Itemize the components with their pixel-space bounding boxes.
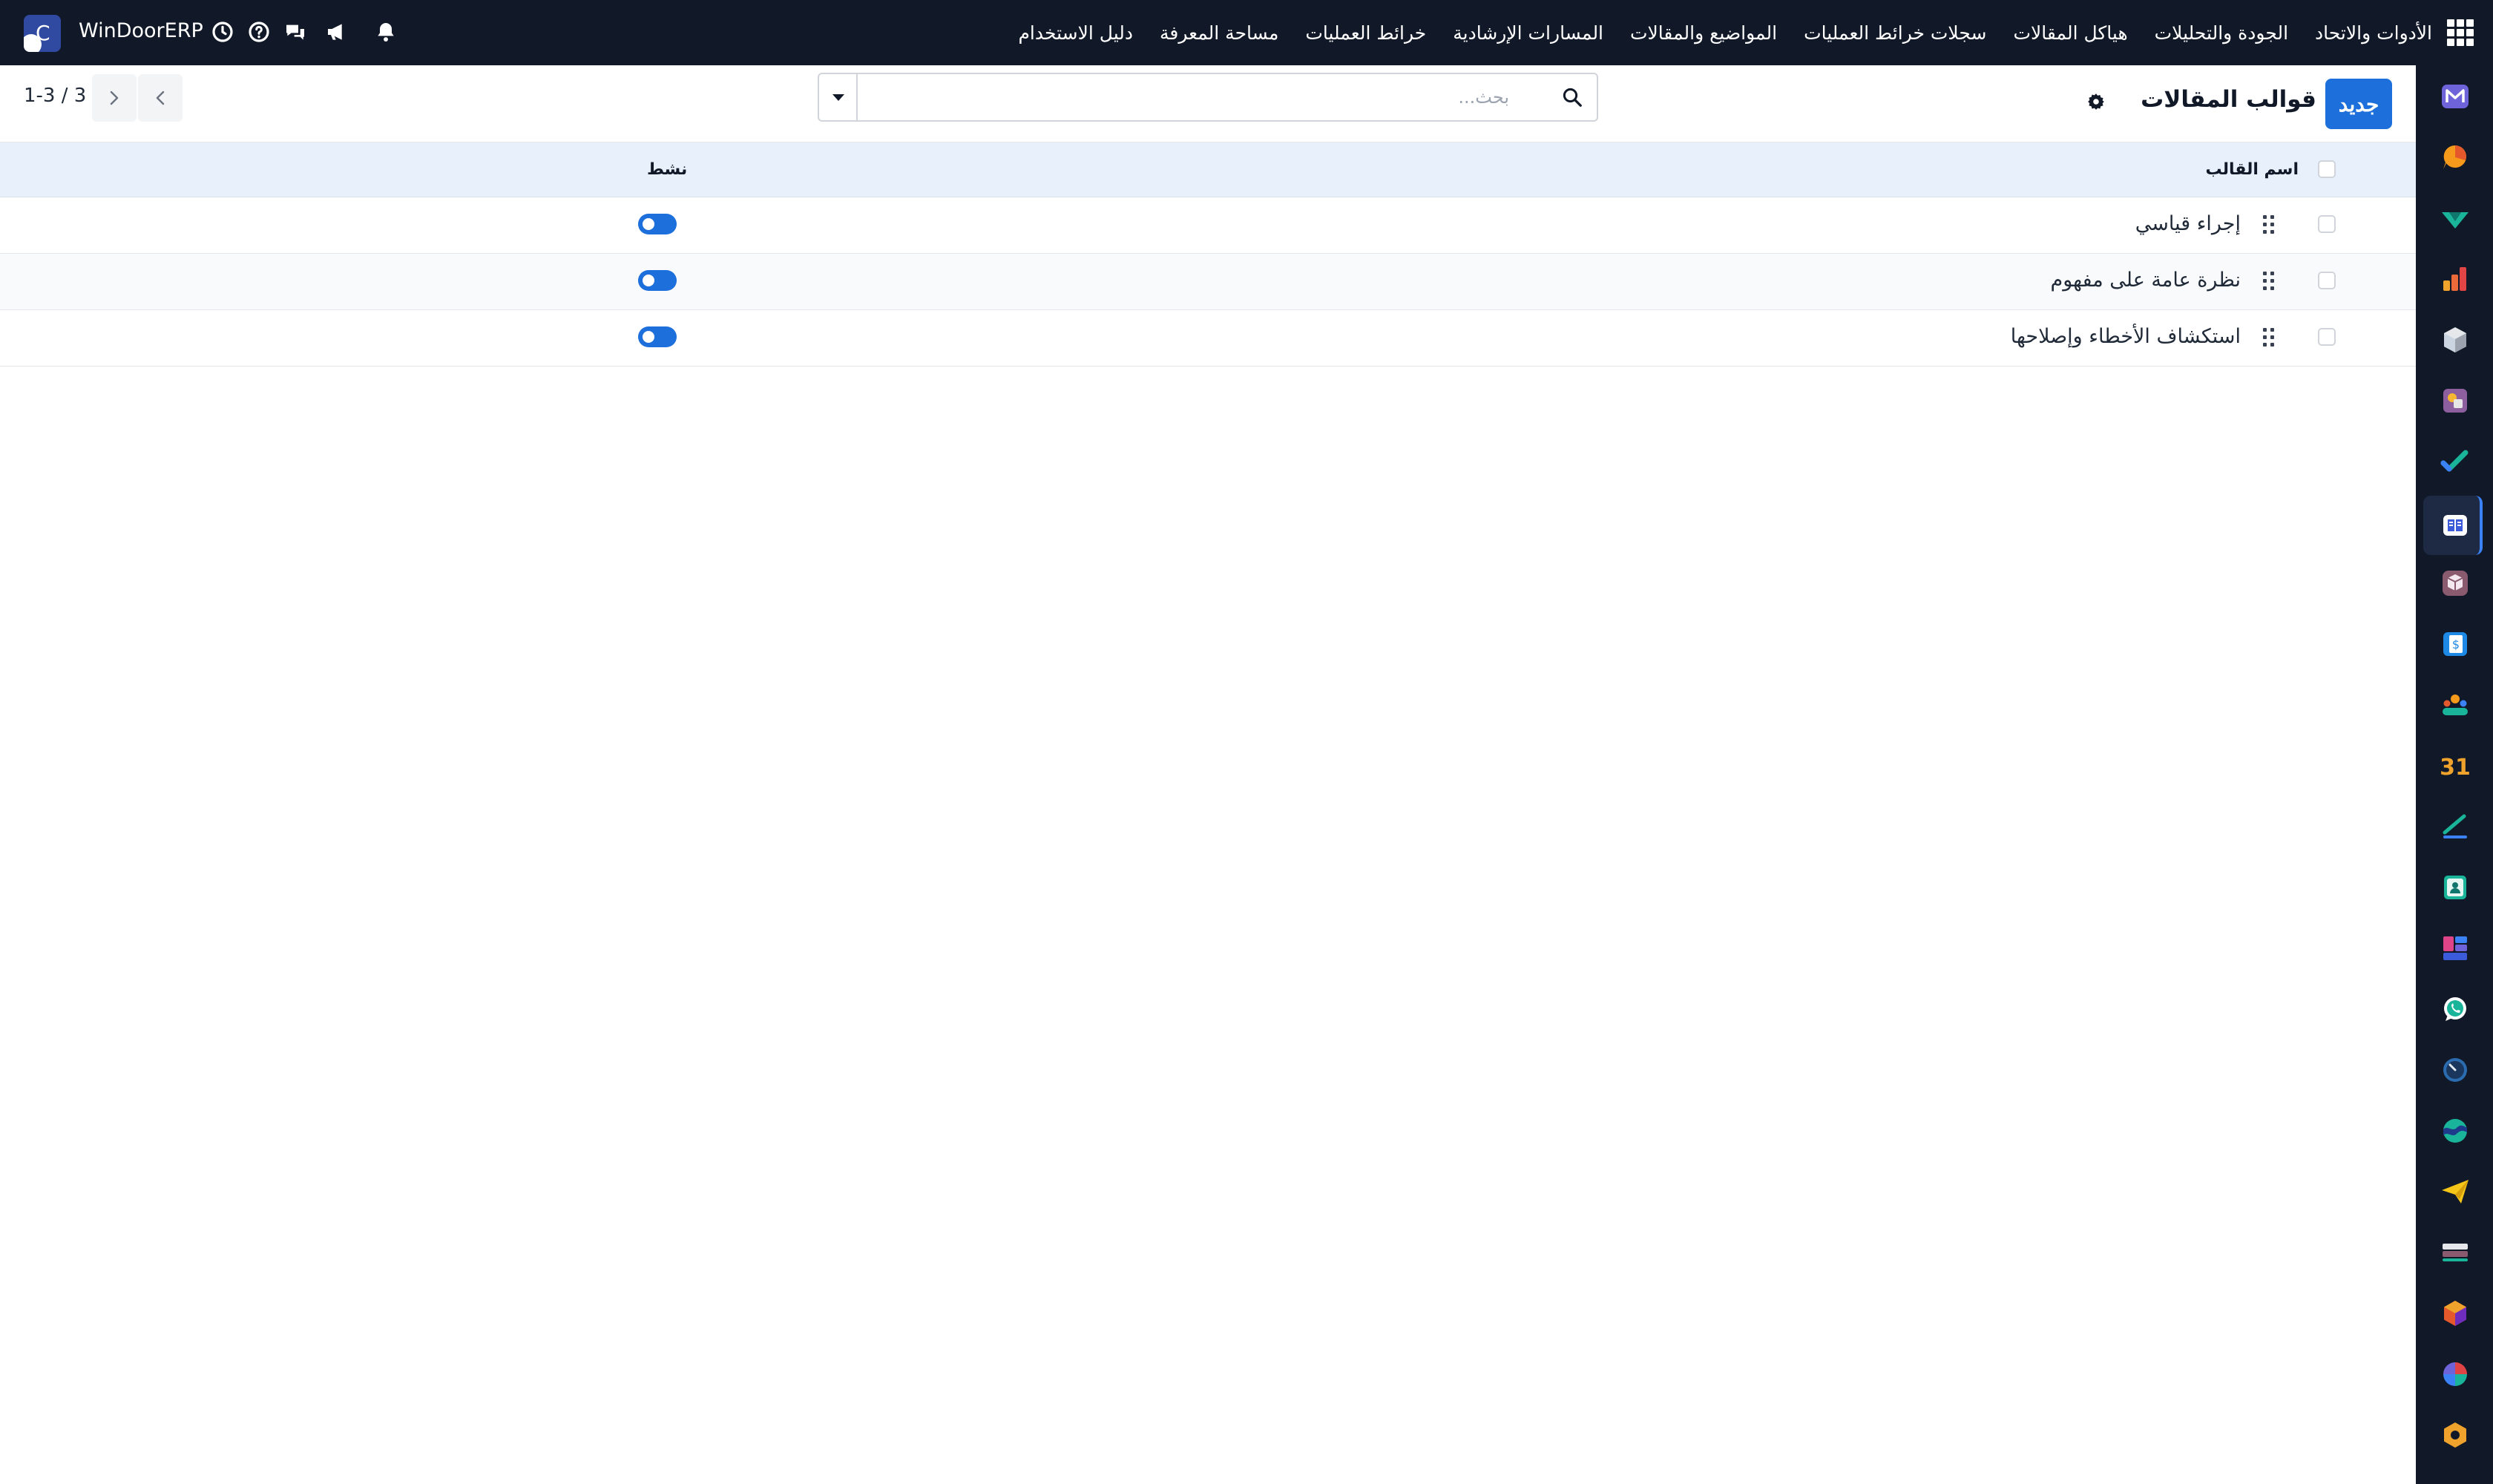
invoice-app-icon[interactable]: $ xyxy=(2439,628,2471,660)
clock-icon[interactable] xyxy=(211,20,234,44)
dashboard-app-icon[interactable] xyxy=(2439,932,2471,965)
table-header-row: اسم القالب نشط xyxy=(0,142,2416,197)
settings-hex-app-icon[interactable] xyxy=(2439,1419,2471,1451)
company-logo[interactable]: C xyxy=(24,15,61,52)
drag-handle-icon[interactable] xyxy=(2262,270,2276,292)
drag-handle-icon[interactable] xyxy=(2262,326,2276,349)
active-toggle[interactable] xyxy=(638,326,677,347)
pie-app-icon[interactable] xyxy=(2439,1358,2471,1391)
caret-down-icon xyxy=(832,94,844,101)
task-check-app-icon[interactable] xyxy=(2439,445,2471,478)
bell-icon[interactable] xyxy=(374,20,398,44)
active-toggle[interactable] xyxy=(638,270,677,291)
chat-bubble-app-icon[interactable] xyxy=(2439,141,2471,174)
wave-app-icon[interactable] xyxy=(2439,1114,2471,1147)
team-app-icon[interactable] xyxy=(2439,689,2471,721)
template-name-cell: استكشاف الأخطاء وإصلاحها xyxy=(2010,325,2241,348)
menu-item-knowledge-space[interactable]: مساحة المعرفة xyxy=(1160,22,1278,44)
template-name-cell: إجراء قياسي xyxy=(2135,212,2241,235)
menu-item-guided-paths[interactable]: المسارات الإرشادية xyxy=(1453,22,1603,44)
box-app-icon[interactable] xyxy=(2439,567,2471,600)
top-navbar: دليل الاستخدام مساحة المعرفة خرائط العمل… xyxy=(0,0,2493,65)
menu-item-topics-articles[interactable]: المواضيع والمقالات xyxy=(1630,22,1777,44)
bar-chart-app-icon[interactable] xyxy=(2439,263,2471,295)
knowledge-app-icon[interactable] xyxy=(2439,509,2471,542)
sign-app-icon[interactable] xyxy=(2439,810,2471,843)
pager-previous-button[interactable] xyxy=(138,74,183,122)
column-header-active[interactable]: نشط xyxy=(647,160,687,179)
calendar-app-icon[interactable]: 31 xyxy=(2439,749,2471,782)
table-row[interactable]: نظرة عامة على مفهوم xyxy=(0,254,2416,310)
templates-list-table: اسم القالب نشط إجراء قياسي نظرة عامة على… xyxy=(0,142,2416,367)
clock-app-icon[interactable] xyxy=(2439,1054,2471,1086)
new-button[interactable]: جديد xyxy=(2325,79,2392,129)
menu-item-article-structures[interactable]: هياكل المقالات xyxy=(2013,22,2127,44)
send-app-icon[interactable] xyxy=(2439,1175,2471,1208)
layers-app-icon[interactable] xyxy=(2439,1236,2471,1269)
image-app-icon[interactable] xyxy=(2439,384,2471,417)
row-checkbox[interactable] xyxy=(2318,215,2336,233)
check-app-icon[interactable] xyxy=(2439,202,2471,234)
company-name[interactable]: WinDoorERP xyxy=(79,19,203,42)
row-checkbox[interactable] xyxy=(2318,272,2336,289)
megaphone-icon[interactable] xyxy=(325,20,349,44)
mail-app-icon[interactable] xyxy=(2439,80,2471,113)
cube-app-icon[interactable] xyxy=(2439,324,2471,356)
search-bar xyxy=(818,73,1598,122)
page-title[interactable]: قوالب المقالات xyxy=(2141,86,2316,113)
pager-value[interactable]: 1-3 / 3 xyxy=(24,85,86,107)
search-input[interactable] xyxy=(859,74,1539,120)
main-menu: دليل الاستخدام مساحة المعرفة خرائط العمل… xyxy=(1018,0,2432,65)
column-header-template-name[interactable]: اسم القالب xyxy=(2205,160,2299,179)
contacts-app-icon[interactable] xyxy=(2439,871,2471,904)
chevron-right-icon xyxy=(110,91,119,105)
menu-item-tools-federation[interactable]: الأدوات والاتحاد xyxy=(2315,22,2432,44)
gear-icon[interactable] xyxy=(2086,92,2106,111)
apps-grid-icon[interactable] xyxy=(2447,19,2474,46)
help-icon[interactable] xyxy=(247,20,271,44)
menu-item-process-maps[interactable]: خرائط العمليات xyxy=(1305,22,1426,44)
hexagon-app-icon[interactable] xyxy=(2439,1297,2471,1330)
menu-item-user-guide[interactable]: دليل الاستخدام xyxy=(1018,22,1133,44)
search-options-toggle[interactable] xyxy=(819,74,858,120)
app-switcher-sidebar: $ 31 xyxy=(2416,65,2493,1484)
search-icon[interactable] xyxy=(1561,86,1583,108)
template-name-cell: نظرة عامة على مفهوم xyxy=(2050,269,2241,292)
whatsapp-app-icon[interactable] xyxy=(2439,993,2471,1025)
chat-icon[interactable] xyxy=(283,20,307,44)
menu-item-process-map-logs[interactable]: سجلات خرائط العمليات xyxy=(1804,22,1986,44)
chevron-left-icon xyxy=(156,91,165,105)
svg-text:$: $ xyxy=(2452,637,2460,651)
drag-handle-icon[interactable] xyxy=(2262,214,2276,236)
svg-text:31: 31 xyxy=(2440,755,2471,781)
table-row[interactable]: إجراء قياسي xyxy=(0,197,2416,254)
menu-item-quality-analytics[interactable]: الجودة والتحليلات xyxy=(2155,22,2288,44)
pager-next-button[interactable] xyxy=(92,74,137,122)
select-all-checkbox[interactable] xyxy=(2318,160,2336,178)
table-row[interactable]: استكشاف الأخطاء وإصلاحها xyxy=(0,310,2416,367)
row-checkbox[interactable] xyxy=(2318,328,2336,346)
active-toggle[interactable] xyxy=(638,214,677,234)
control-panel: جديد قوالب المقالات 1-3 / 3 xyxy=(0,65,2416,142)
